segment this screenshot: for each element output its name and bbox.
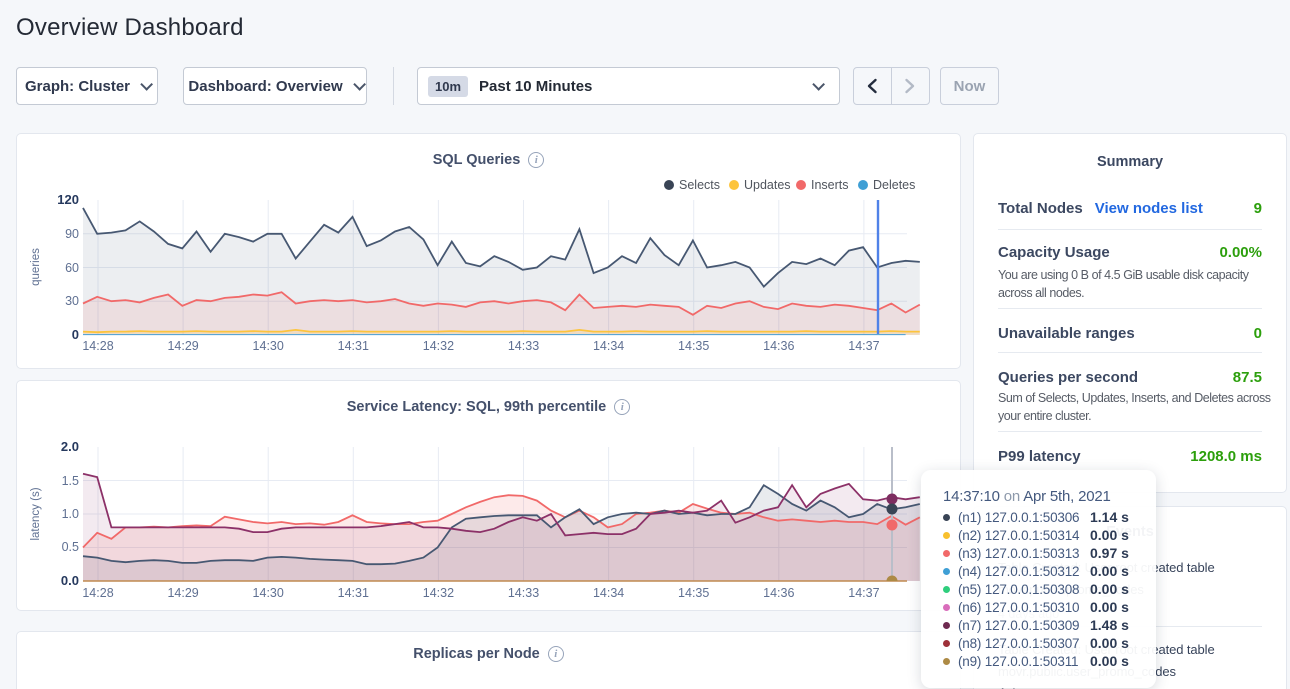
svg-text:14:31: 14:31 bbox=[338, 586, 369, 600]
svg-text:14:34: 14:34 bbox=[593, 586, 624, 600]
svg-text:latency (s): latency (s) bbox=[30, 487, 42, 540]
svg-text:14:34: 14:34 bbox=[593, 339, 624, 353]
svg-text:14:28: 14:28 bbox=[82, 339, 113, 353]
svg-text:14:37: 14:37 bbox=[848, 339, 879, 353]
svg-text:14:35: 14:35 bbox=[678, 586, 709, 600]
svg-text:14:29: 14:29 bbox=[167, 339, 198, 353]
svg-text:Inserts: Inserts bbox=[811, 178, 849, 192]
svg-text:queries: queries bbox=[30, 248, 42, 286]
svg-text:Selects: Selects bbox=[679, 178, 720, 192]
svg-text:90: 90 bbox=[65, 227, 79, 241]
svg-text:14:37: 14:37 bbox=[848, 586, 879, 600]
svg-text:14:35: 14:35 bbox=[678, 339, 709, 353]
svg-text:120: 120 bbox=[57, 192, 79, 207]
svg-text:2.0: 2.0 bbox=[61, 439, 79, 454]
svg-text:14:31: 14:31 bbox=[338, 339, 369, 353]
svg-text:Deletes: Deletes bbox=[873, 178, 915, 192]
svg-text:30: 30 bbox=[65, 294, 79, 308]
svg-text:14:36: 14:36 bbox=[763, 339, 794, 353]
svg-text:14:33: 14:33 bbox=[508, 339, 539, 353]
svg-text:14:28: 14:28 bbox=[82, 586, 113, 600]
svg-text:1.5: 1.5 bbox=[62, 474, 79, 488]
svg-text:14:32: 14:32 bbox=[423, 339, 454, 353]
svg-text:14:33: 14:33 bbox=[508, 586, 539, 600]
svg-text:0.5: 0.5 bbox=[62, 540, 79, 554]
svg-text:14:36: 14:36 bbox=[763, 586, 794, 600]
svg-text:14:30: 14:30 bbox=[253, 586, 284, 600]
svg-text:14:29: 14:29 bbox=[167, 586, 198, 600]
svg-text:0: 0 bbox=[72, 327, 79, 342]
svg-text:60: 60 bbox=[65, 261, 79, 275]
svg-text:Updates: Updates bbox=[744, 178, 791, 192]
svg-text:14:32: 14:32 bbox=[423, 586, 454, 600]
svg-text:14:30: 14:30 bbox=[253, 339, 284, 353]
svg-text:1.0: 1.0 bbox=[62, 507, 79, 521]
svg-text:0.0: 0.0 bbox=[61, 573, 79, 588]
